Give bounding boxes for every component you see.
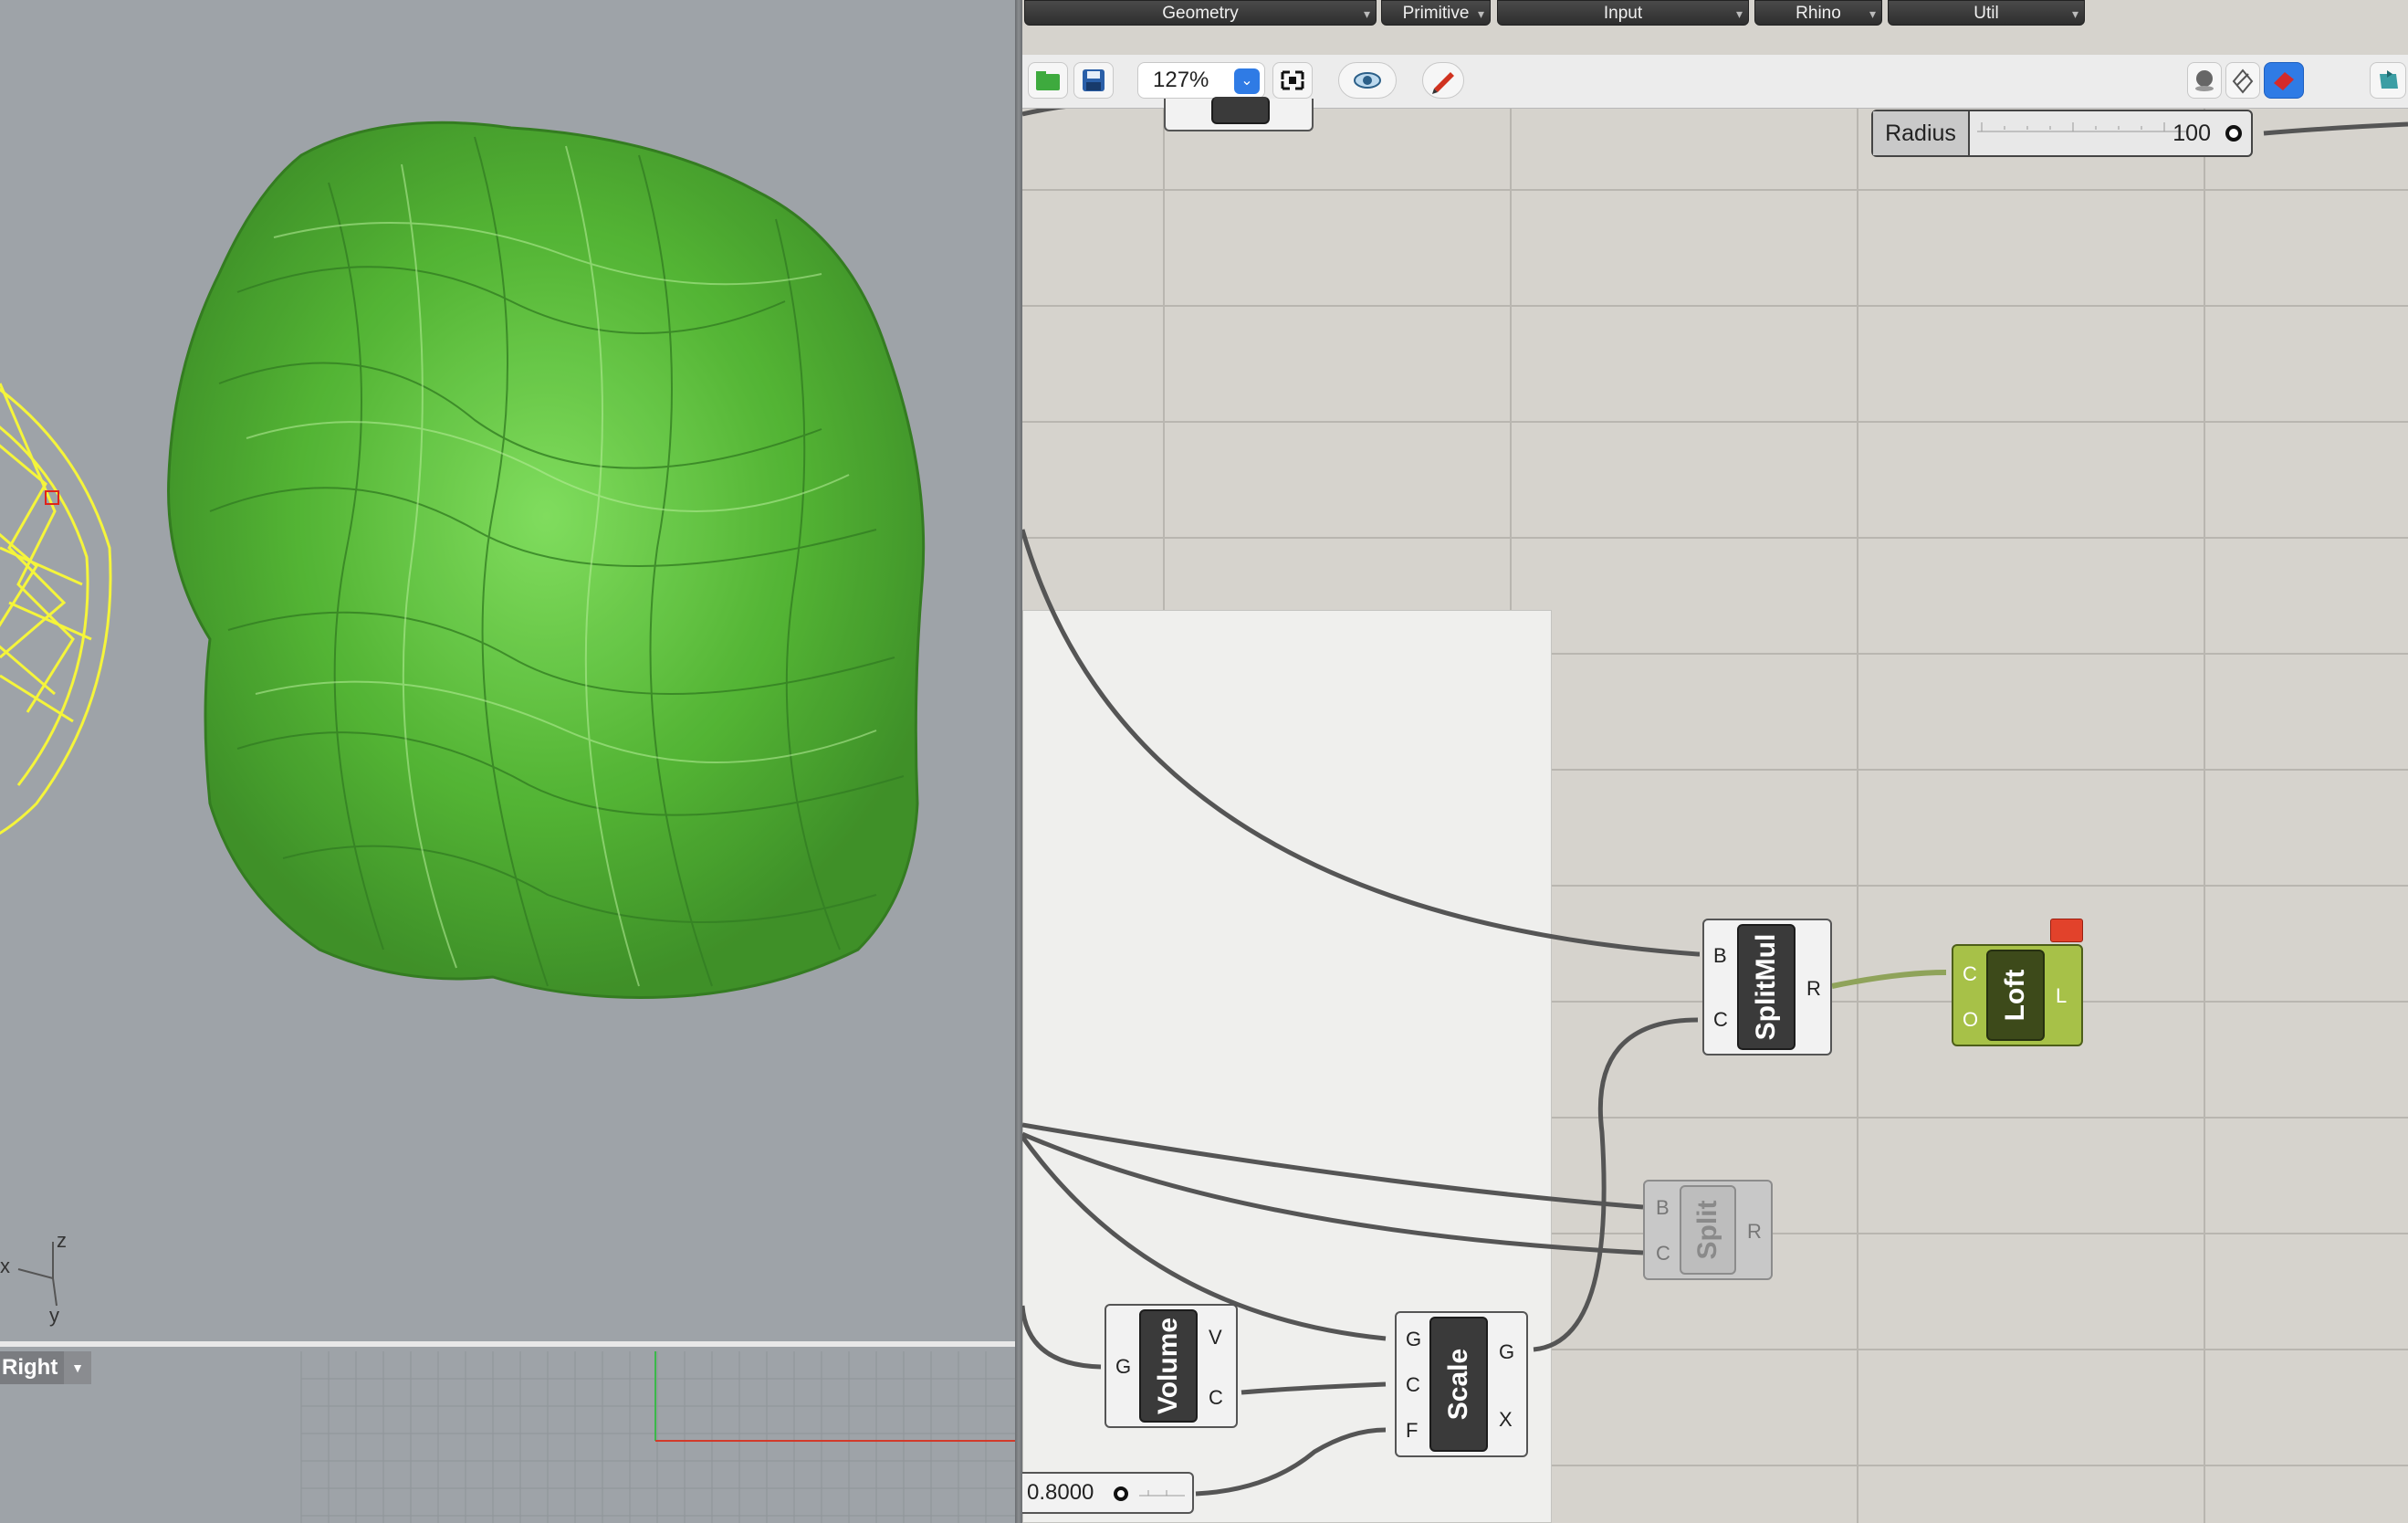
tab-util-label: Util — [1974, 4, 1999, 23]
tab-util[interactable]: Util ▾ — [1888, 0, 2085, 26]
loft-input-c[interactable]: C — [1963, 962, 1977, 986]
chevron-down-icon: ▾ — [1477, 6, 1484, 21]
scale-component[interactable]: G C F G X Scale — [1395, 1311, 1528, 1457]
scale-input-g[interactable]: G — [1406, 1328, 1421, 1351]
radius-slider[interactable]: Radius 100 — [1871, 110, 2253, 157]
tab-input[interactable]: Input ▾ — [1497, 0, 1749, 26]
zoom-dropdown-chevron-icon[interactable]: ⌄ — [1234, 68, 1260, 94]
volume-output-c[interactable]: C — [1209, 1386, 1223, 1410]
splitmul-output-r[interactable]: R — [1806, 977, 1821, 1001]
grasshopper-canvas[interactable]: Geometry ▾ Primitive ▾ Input ▾ Rhino ▾ Util ▾… — [1022, 0, 2408, 1523]
radius-slider-value: 100 — [2172, 121, 2211, 146]
scale-core: Scale — [1429, 1317, 1488, 1452]
open-file-button[interactable] — [1028, 62, 1068, 99]
splitmul-title: SplitMul — [1751, 933, 1781, 1041]
scale-input-c[interactable]: C — [1406, 1373, 1420, 1397]
split-component[interactable]: B C R Split — [1643, 1180, 1773, 1280]
preview-toggle-button[interactable] — [1338, 62, 1397, 99]
split-input-b[interactable]: B — [1656, 1196, 1670, 1220]
bake-icon — [2380, 70, 2398, 89]
warning-balloon-icon[interactable] — [2050, 919, 2083, 942]
sketch-tool-button[interactable] — [1422, 62, 1464, 99]
axis-x-label: x — [0, 1255, 10, 1277]
rhino-viewport[interactable]: z x y Right ▼ — [0, 0, 1015, 1523]
panel-splitter[interactable] — [1015, 0, 1022, 1523]
yellow-wireframe — [0, 383, 112, 835]
tab-rhino[interactable]: Rhino ▾ — [1754, 0, 1882, 26]
scale-output-x[interactable]: X — [1499, 1408, 1513, 1432]
loft-title: Loft — [2000, 969, 2030, 1022]
factor-slider-value: 0.8000 — [1027, 1480, 1094, 1505]
split-core: Split — [1680, 1185, 1736, 1275]
tab-input-label: Input — [1603, 4, 1643, 23]
axis-widget — [17, 1242, 58, 1307]
chevron-down-icon: ▾ — [1869, 6, 1876, 21]
axis-y-label: y — [49, 1304, 59, 1327]
scale-title: Scale — [1443, 1348, 1473, 1421]
scale-output-g[interactable]: G — [1499, 1340, 1514, 1364]
zoom-extents-button[interactable] — [1272, 62, 1313, 99]
volume-component[interactable]: G V C Volume — [1105, 1304, 1238, 1428]
pencil-icon — [1432, 72, 1454, 94]
splitmul-core: SplitMul — [1737, 924, 1796, 1050]
radius-slider-label: Radius — [1873, 111, 1970, 155]
volume-title: Volume — [1153, 1317, 1183, 1415]
loft-input-o[interactable]: O — [1963, 1008, 1978, 1032]
wires — [1022, 102, 2408, 1497]
save-file-button[interactable] — [1073, 62, 1114, 99]
splitmul-input-c[interactable]: C — [1713, 1008, 1728, 1032]
tab-primitive-label: Primitive — [1402, 4, 1470, 23]
slider-grip-icon[interactable] — [1112, 1483, 1188, 1505]
chevron-down-icon: ▾ — [1363, 6, 1370, 21]
bake-button[interactable] — [2370, 62, 2406, 99]
slider-grip-icon[interactable] — [2225, 124, 2243, 142]
splitmul-component[interactable]: B C R SplitMul — [1702, 919, 1832, 1056]
split-title: Split — [1692, 1200, 1722, 1260]
preview-mode-shaded-button[interactable] — [2187, 62, 2222, 99]
viewport-name-label[interactable]: Right — [0, 1351, 64, 1384]
factor-slider[interactable]: 0.8000 — [1022, 1472, 1194, 1514]
viewport-scene — [0, 121, 1015, 1523]
tab-primitive[interactable]: Primitive ▾ — [1381, 0, 1491, 26]
split-output-r[interactable]: R — [1747, 1220, 1762, 1244]
zoom-value: 127% — [1153, 68, 1209, 92]
loft-core: Loft — [1986, 950, 2045, 1041]
red-gem-icon — [2274, 72, 2294, 90]
zoom-extents-icon — [1281, 70, 1304, 90]
viewport-menu-chevron-icon[interactable]: ▼ — [64, 1351, 91, 1384]
offscreen-component-core — [1211, 97, 1270, 124]
save-icon — [1083, 69, 1105, 91]
wire-cube-icon — [2232, 68, 2254, 94]
slider-ticks — [1977, 122, 2187, 132]
loft-output-l[interactable]: L — [2056, 984, 2067, 1008]
tab-rhino-label: Rhino — [1796, 4, 1841, 23]
axis-z-label: z — [57, 1229, 67, 1252]
split-input-c[interactable]: C — [1656, 1242, 1670, 1266]
open-folder-icon — [1036, 71, 1060, 90]
green-mesh — [167, 121, 926, 999]
offscreen-component[interactable] — [1164, 97, 1314, 131]
volume-input-g[interactable]: G — [1115, 1355, 1131, 1379]
volume-core: Volume — [1139, 1309, 1198, 1423]
tab-geometry[interactable]: Geometry ▾ — [1024, 0, 1377, 26]
shaded-sphere-icon — [2195, 70, 2214, 91]
chevron-down-icon: ▾ — [1735, 6, 1743, 21]
splitmul-input-b[interactable]: B — [1713, 944, 1727, 968]
preview-mode-selected-button[interactable] — [2264, 62, 2304, 99]
chevron-down-icon: ▾ — [2071, 6, 2078, 21]
preview-mode-wire-button[interactable] — [2225, 62, 2260, 99]
tab-geometry-label: Geometry — [1162, 4, 1239, 23]
scale-input-f[interactable]: F — [1406, 1419, 1418, 1443]
eye-icon — [1354, 72, 1381, 89]
loft-component[interactable]: C O L Loft — [1952, 944, 2083, 1046]
volume-output-v[interactable]: V — [1209, 1326, 1222, 1350]
